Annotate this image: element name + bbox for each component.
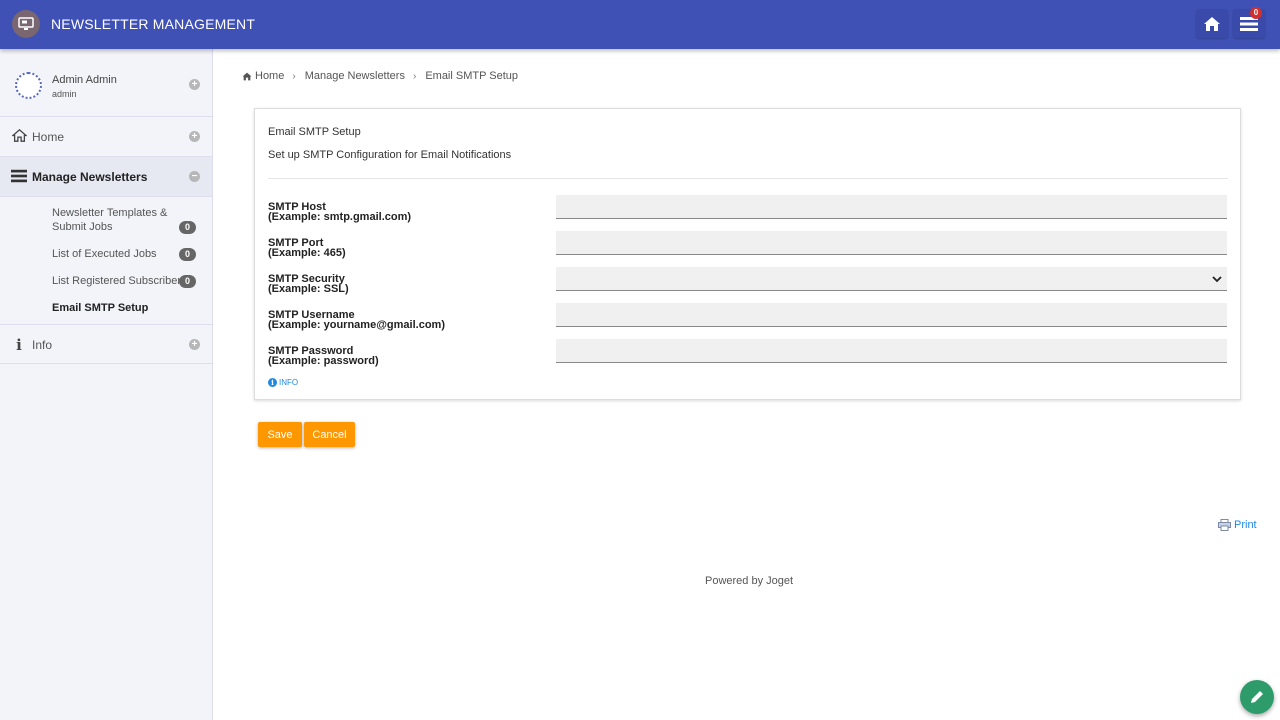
- home-icon: [1204, 16, 1220, 31]
- sidebar-item-label: Manage Newsletters: [32, 170, 148, 184]
- sidebar-subitem-smtp-setup[interactable]: Email SMTP Setup: [52, 301, 148, 315]
- inbox-button[interactable]: 0: [1233, 7, 1265, 38]
- info-link[interactable]: i INFO: [268, 378, 298, 387]
- smtp-password-input[interactable]: [556, 339, 1227, 363]
- smtp-security-label: SMTP Security (Example: SSL): [268, 273, 349, 295]
- sidebar-item-info[interactable]: i Info +: [0, 324, 212, 364]
- expand-icon[interactable]: +: [189, 131, 200, 142]
- user-role: admin: [52, 89, 77, 99]
- expand-icon[interactable]: +: [189, 79, 200, 90]
- cancel-button[interactable]: Cancel: [304, 422, 355, 447]
- pencil-icon: [1251, 691, 1263, 703]
- home-button[interactable]: [1196, 9, 1228, 38]
- smtp-username-label: SMTP Username (Example: yourname@gmail.co…: [268, 309, 445, 331]
- smtp-port-label: SMTP Port (Example: 465): [268, 237, 346, 259]
- chevron-right-icon: ›: [412, 70, 417, 82]
- server-icon: [11, 169, 27, 185]
- form-title: Email SMTP Setup: [268, 126, 361, 138]
- breadcrumb-manage-newsletters[interactable]: Manage Newsletters: [305, 70, 405, 82]
- breadcrumb-current: Email SMTP Setup: [425, 70, 519, 82]
- sidebar-subitem-subscribers[interactable]: List Registered Subscribers: [52, 274, 187, 288]
- count-badge: 0: [179, 275, 196, 288]
- info-icon: i: [16, 336, 22, 354]
- divider: [268, 178, 1228, 179]
- user-name: Admin Admin: [52, 74, 117, 86]
- count-badge: 0: [179, 221, 196, 234]
- printer-icon: [1218, 519, 1231, 531]
- sidebar-item-manage-newsletters[interactable]: Manage Newsletters −: [0, 157, 212, 197]
- app-title: NEWSLETTER MANAGEMENT: [51, 16, 256, 32]
- info-icon: i: [268, 378, 277, 387]
- form-description: Set up SMTP Configuration for Email Noti…: [268, 149, 512, 161]
- user-profile[interactable]: Admin Admin admin +: [0, 49, 212, 117]
- home-icon: [242, 72, 252, 80]
- chevron-down-icon: [1212, 276, 1222, 283]
- sidebar-item-label: Home: [32, 130, 65, 144]
- app-logo-icon[interactable]: [12, 10, 40, 38]
- smtp-host-label: SMTP Host (Example: smtp.gmail.com): [268, 201, 412, 223]
- smtp-username-input[interactable]: [556, 303, 1227, 327]
- save-button[interactable]: Save: [258, 422, 302, 447]
- breadcrumb-home[interactable]: Home: [255, 70, 284, 82]
- smtp-security-select[interactable]: [556, 267, 1227, 291]
- smtp-password-label: SMTP Password (Example: password): [268, 345, 379, 367]
- app-header: NEWSLETTER MANAGEMENT 0: [0, 0, 1280, 49]
- sidebar-subitem-templates[interactable]: Newsletter Templates & Submit Jobs: [52, 206, 167, 234]
- collapse-icon[interactable]: −: [189, 171, 200, 182]
- expand-icon[interactable]: +: [189, 339, 200, 350]
- count-badge: 0: [179, 248, 196, 261]
- home-icon: [10, 128, 28, 145]
- sidebar-item-home[interactable]: Home +: [0, 117, 212, 157]
- breadcrumb: Home › Manage Newsletters › Email SMTP S…: [242, 70, 518, 82]
- edit-fab-button[interactable]: [1240, 680, 1274, 714]
- sidebar-subitem-executed-jobs[interactable]: List of Executed Jobs: [52, 247, 157, 261]
- print-link[interactable]: Print: [1218, 519, 1257, 531]
- chevron-right-icon: ›: [292, 70, 296, 82]
- smtp-form-panel: Email SMTP Setup Set up SMTP Configurati…: [254, 108, 1241, 400]
- smtp-host-input[interactable]: [556, 195, 1227, 219]
- sidebar: Admin Admin admin + Home + Manage Newsle…: [0, 49, 213, 720]
- avatar: [15, 72, 42, 99]
- smtp-port-input[interactable]: [556, 231, 1227, 255]
- powered-by: Powered by Joget: [705, 575, 794, 587]
- sidebar-item-label: Info: [32, 338, 53, 352]
- inbox-count-badge: 0: [1250, 7, 1262, 19]
